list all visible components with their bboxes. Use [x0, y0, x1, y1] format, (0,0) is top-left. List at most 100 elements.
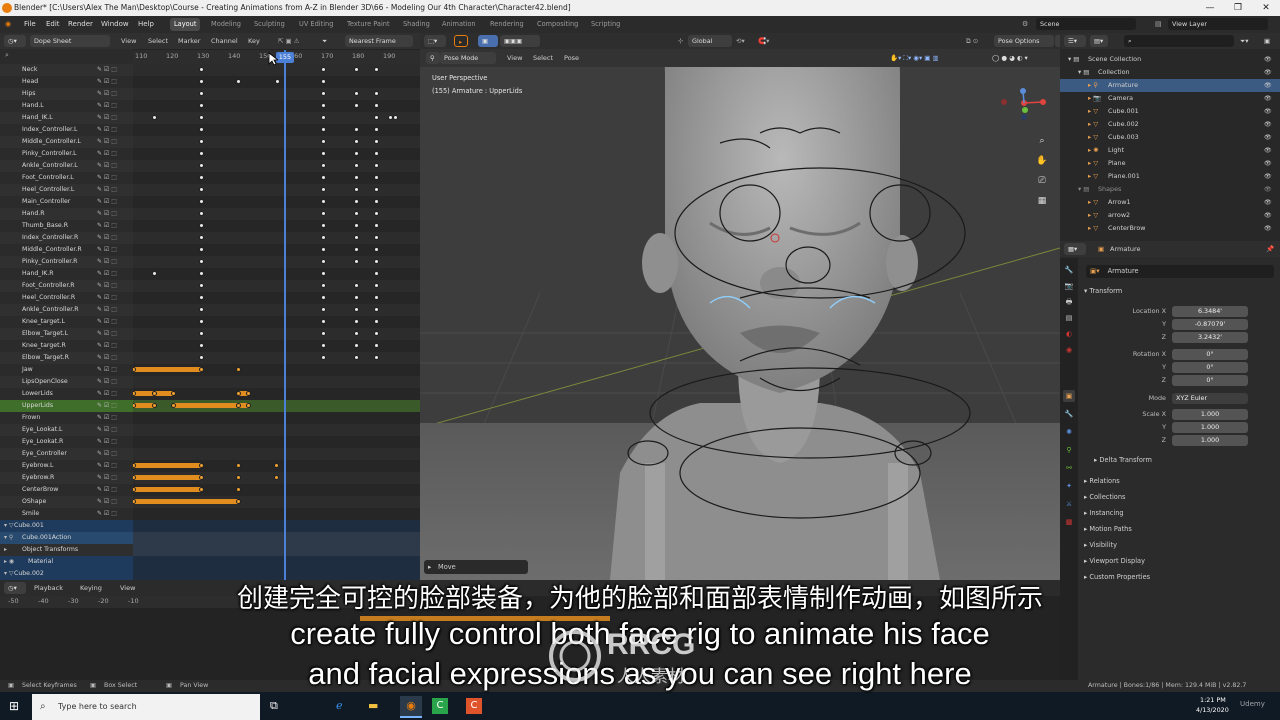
keyframe[interactable]	[199, 355, 204, 360]
channel-row[interactable]: ✎ ☑ ⬚ Hand_IK.L	[0, 112, 133, 124]
menu-file[interactable]: File	[24, 16, 36, 33]
ortho-grid-icon[interactable]: ▦	[1033, 191, 1051, 211]
keyframe[interactable]	[354, 295, 359, 300]
outliner-item[interactable]: ▸ ⚲ Armature 👁	[1060, 79, 1280, 92]
channel-toggle-icons[interactable]: ✎ ☑ ⬚	[97, 424, 117, 436]
visibility-eye-icon[interactable]: 👁	[1264, 209, 1272, 222]
keyframe[interactable]	[199, 223, 204, 228]
keyframe[interactable]	[236, 475, 241, 480]
channel-row[interactable]: ✎ ☑ ⬚ Foot_Controller.R	[0, 280, 133, 292]
keyframe[interactable]	[152, 271, 157, 276]
channel-expand-icon[interactable]: ▾ ⚲	[4, 532, 13, 544]
channel-row[interactable]: ✎ ☑ ⬚ Knee_target.R	[0, 340, 133, 352]
keyframe[interactable]	[374, 319, 379, 324]
property-subsection[interactable]: ▸ Viewport Display	[1084, 557, 1145, 565]
keyframe[interactable]	[321, 79, 326, 84]
outliner-filter-icon[interactable]: ⏷▾	[1240, 33, 1248, 49]
keyframe[interactable]	[199, 331, 204, 336]
keyframe[interactable]	[354, 103, 359, 108]
dopesheet-menu-view[interactable]: View	[121, 33, 136, 49]
workspace-tab-texture-paint[interactable]: Texture Paint	[343, 18, 394, 31]
channel-row[interactable]: ✎ ☑ ⬚ CenterBrow	[0, 484, 133, 496]
keyframe[interactable]	[354, 91, 359, 96]
keyframe[interactable]	[199, 295, 204, 300]
blender-taskbar-icon[interactable]: ◉	[400, 696, 422, 718]
camtasia-red-icon[interactable]: C	[466, 698, 482, 714]
keyframe[interactable]	[321, 127, 326, 132]
transform-orientation-select[interactable]: Global	[688, 35, 732, 47]
menu-render[interactable]: Render	[68, 16, 93, 33]
object-name-field[interactable]: ▣▾ Armature	[1086, 265, 1274, 278]
world-tab-icon[interactable]: ◉	[1063, 344, 1075, 356]
channel-toggle-icons[interactable]: ✎ ☑ ⬚	[97, 244, 117, 256]
filter-icon[interactable]: ⏷	[322, 33, 327, 49]
location-z-field[interactable]: 3.2432'	[1172, 332, 1248, 343]
keyframe[interactable]	[354, 259, 359, 264]
dopesheet-menu-channel[interactable]: Channel	[211, 33, 238, 49]
editor-type-icon[interactable]: ◷▾	[4, 35, 26, 47]
keyframe[interactable]	[374, 91, 379, 96]
keyframe[interactable]	[199, 199, 204, 204]
workspace-tab-sculpting[interactable]: Sculpting	[250, 18, 289, 31]
scale-z-field[interactable]: 1.000	[1172, 435, 1248, 446]
visibility-eye-icon[interactable]: 👁	[1264, 79, 1272, 92]
viewport-editor-type-icon[interactable]: ⬚▾	[424, 35, 446, 47]
select-tool-icon[interactable]: ▸	[454, 35, 468, 47]
keyframe[interactable]	[374, 211, 379, 216]
texture-tab-icon[interactable]: ▩	[1063, 516, 1075, 528]
visibility-eye-icon[interactable]: 👁	[1264, 170, 1272, 183]
keyframe[interactable]	[321, 67, 326, 72]
channel-row[interactable]: ✎ ☑ ⬚ Eye_Controller	[0, 448, 133, 460]
outliner-item[interactable]: ▾ ▤ Scene Collection 👁	[1060, 53, 1280, 66]
keyframe[interactable]	[321, 247, 326, 252]
outliner-item[interactable]: ▸ 📷 Camera 👁	[1060, 92, 1280, 105]
keyframe[interactable]	[199, 103, 204, 108]
channel-toggle-icons[interactable]: ✎ ☑ ⬚	[97, 376, 117, 388]
pan-hand-icon[interactable]: ✋	[1033, 151, 1051, 171]
channel-toggle-icons[interactable]: ✎ ☑ ⬚	[97, 268, 117, 280]
channel-row[interactable]: ✎ ☑ ⬚ Elbow_Target.L	[0, 328, 133, 340]
viewport-menu-view[interactable]: View	[507, 51, 522, 65]
channel-toggle-icons[interactable]: ✎ ☑ ⬚	[97, 316, 117, 328]
keyframe[interactable]	[199, 463, 204, 468]
select-mode-icons[interactable]: ▣	[478, 35, 498, 47]
channel-row[interactable]: ✎ ☑ ⬚ Foot_Controller.L	[0, 172, 133, 184]
outliner-item[interactable]: ▸ ▽ Plane.001 👁	[1060, 170, 1280, 183]
keyframe[interactable]	[199, 247, 204, 252]
keyframe[interactable]	[321, 187, 326, 192]
channel-row[interactable]: ✎ ☑ ⬚ Pinky_Controller.R	[0, 256, 133, 268]
keyframe[interactable]	[236, 403, 241, 408]
pose-options-button[interactable]: Pose Options	[994, 35, 1054, 47]
channel-toggle-icons[interactable]: ✎ ☑ ⬚	[97, 328, 117, 340]
keyframe[interactable]	[199, 475, 204, 480]
keyframe[interactable]	[354, 139, 359, 144]
keyframe[interactable]	[374, 283, 379, 288]
camtasia-green-icon[interactable]: C	[432, 698, 448, 714]
channel-row[interactable]: ✎ ☑ ⬚ OShape	[0, 496, 133, 508]
workspace-tab-modeling[interactable]: Modeling	[207, 18, 245, 31]
tool-tab-icon[interactable]: 🔧	[1063, 264, 1075, 276]
blender-menu-icon[interactable]: ◉	[5, 16, 11, 33]
keyframe[interactable]	[246, 403, 251, 408]
property-subsection[interactable]: ▸ Collections	[1084, 493, 1125, 501]
keyframe[interactable]	[246, 391, 251, 396]
edge-browser-icon[interactable]: ℯ	[336, 699, 343, 712]
property-subsection[interactable]: ▸ Visibility	[1084, 541, 1117, 549]
channel-row[interactable]: ✎ ☑ ⬚ Eye_Lookat.L	[0, 424, 133, 436]
minimize-button[interactable]: —	[1196, 0, 1224, 16]
workspace-tab-animation[interactable]: Animation	[438, 18, 480, 31]
property-subsection[interactable]: ▸ Delta Transform	[1094, 456, 1152, 464]
channel-row[interactable]: ✎ ☑ ⬚ Middle_Controller.L	[0, 136, 133, 148]
keyframe[interactable]	[354, 163, 359, 168]
outliner-editor-type-icon[interactable]: ☰▾	[1064, 35, 1086, 47]
dopesheet-menu-key[interactable]: Key	[248, 33, 260, 49]
keyframe[interactable]	[199, 319, 204, 324]
close-button[interactable]: ✕	[1252, 0, 1280, 16]
keyframe[interactable]	[374, 259, 379, 264]
outliner-item[interactable]: ▸ ▽ Cube.002 👁	[1060, 118, 1280, 131]
gizmo-icons[interactable]: ⧉ ⊙	[966, 33, 978, 49]
channel-toggle-icons[interactable]: ✎ ☑ ⬚	[97, 460, 117, 472]
channel-row[interactable]: ✎ ☑ ⬚ Jaw	[0, 364, 133, 376]
keyframe[interactable]	[199, 259, 204, 264]
output-tab-icon[interactable]: 🖶	[1063, 296, 1075, 308]
